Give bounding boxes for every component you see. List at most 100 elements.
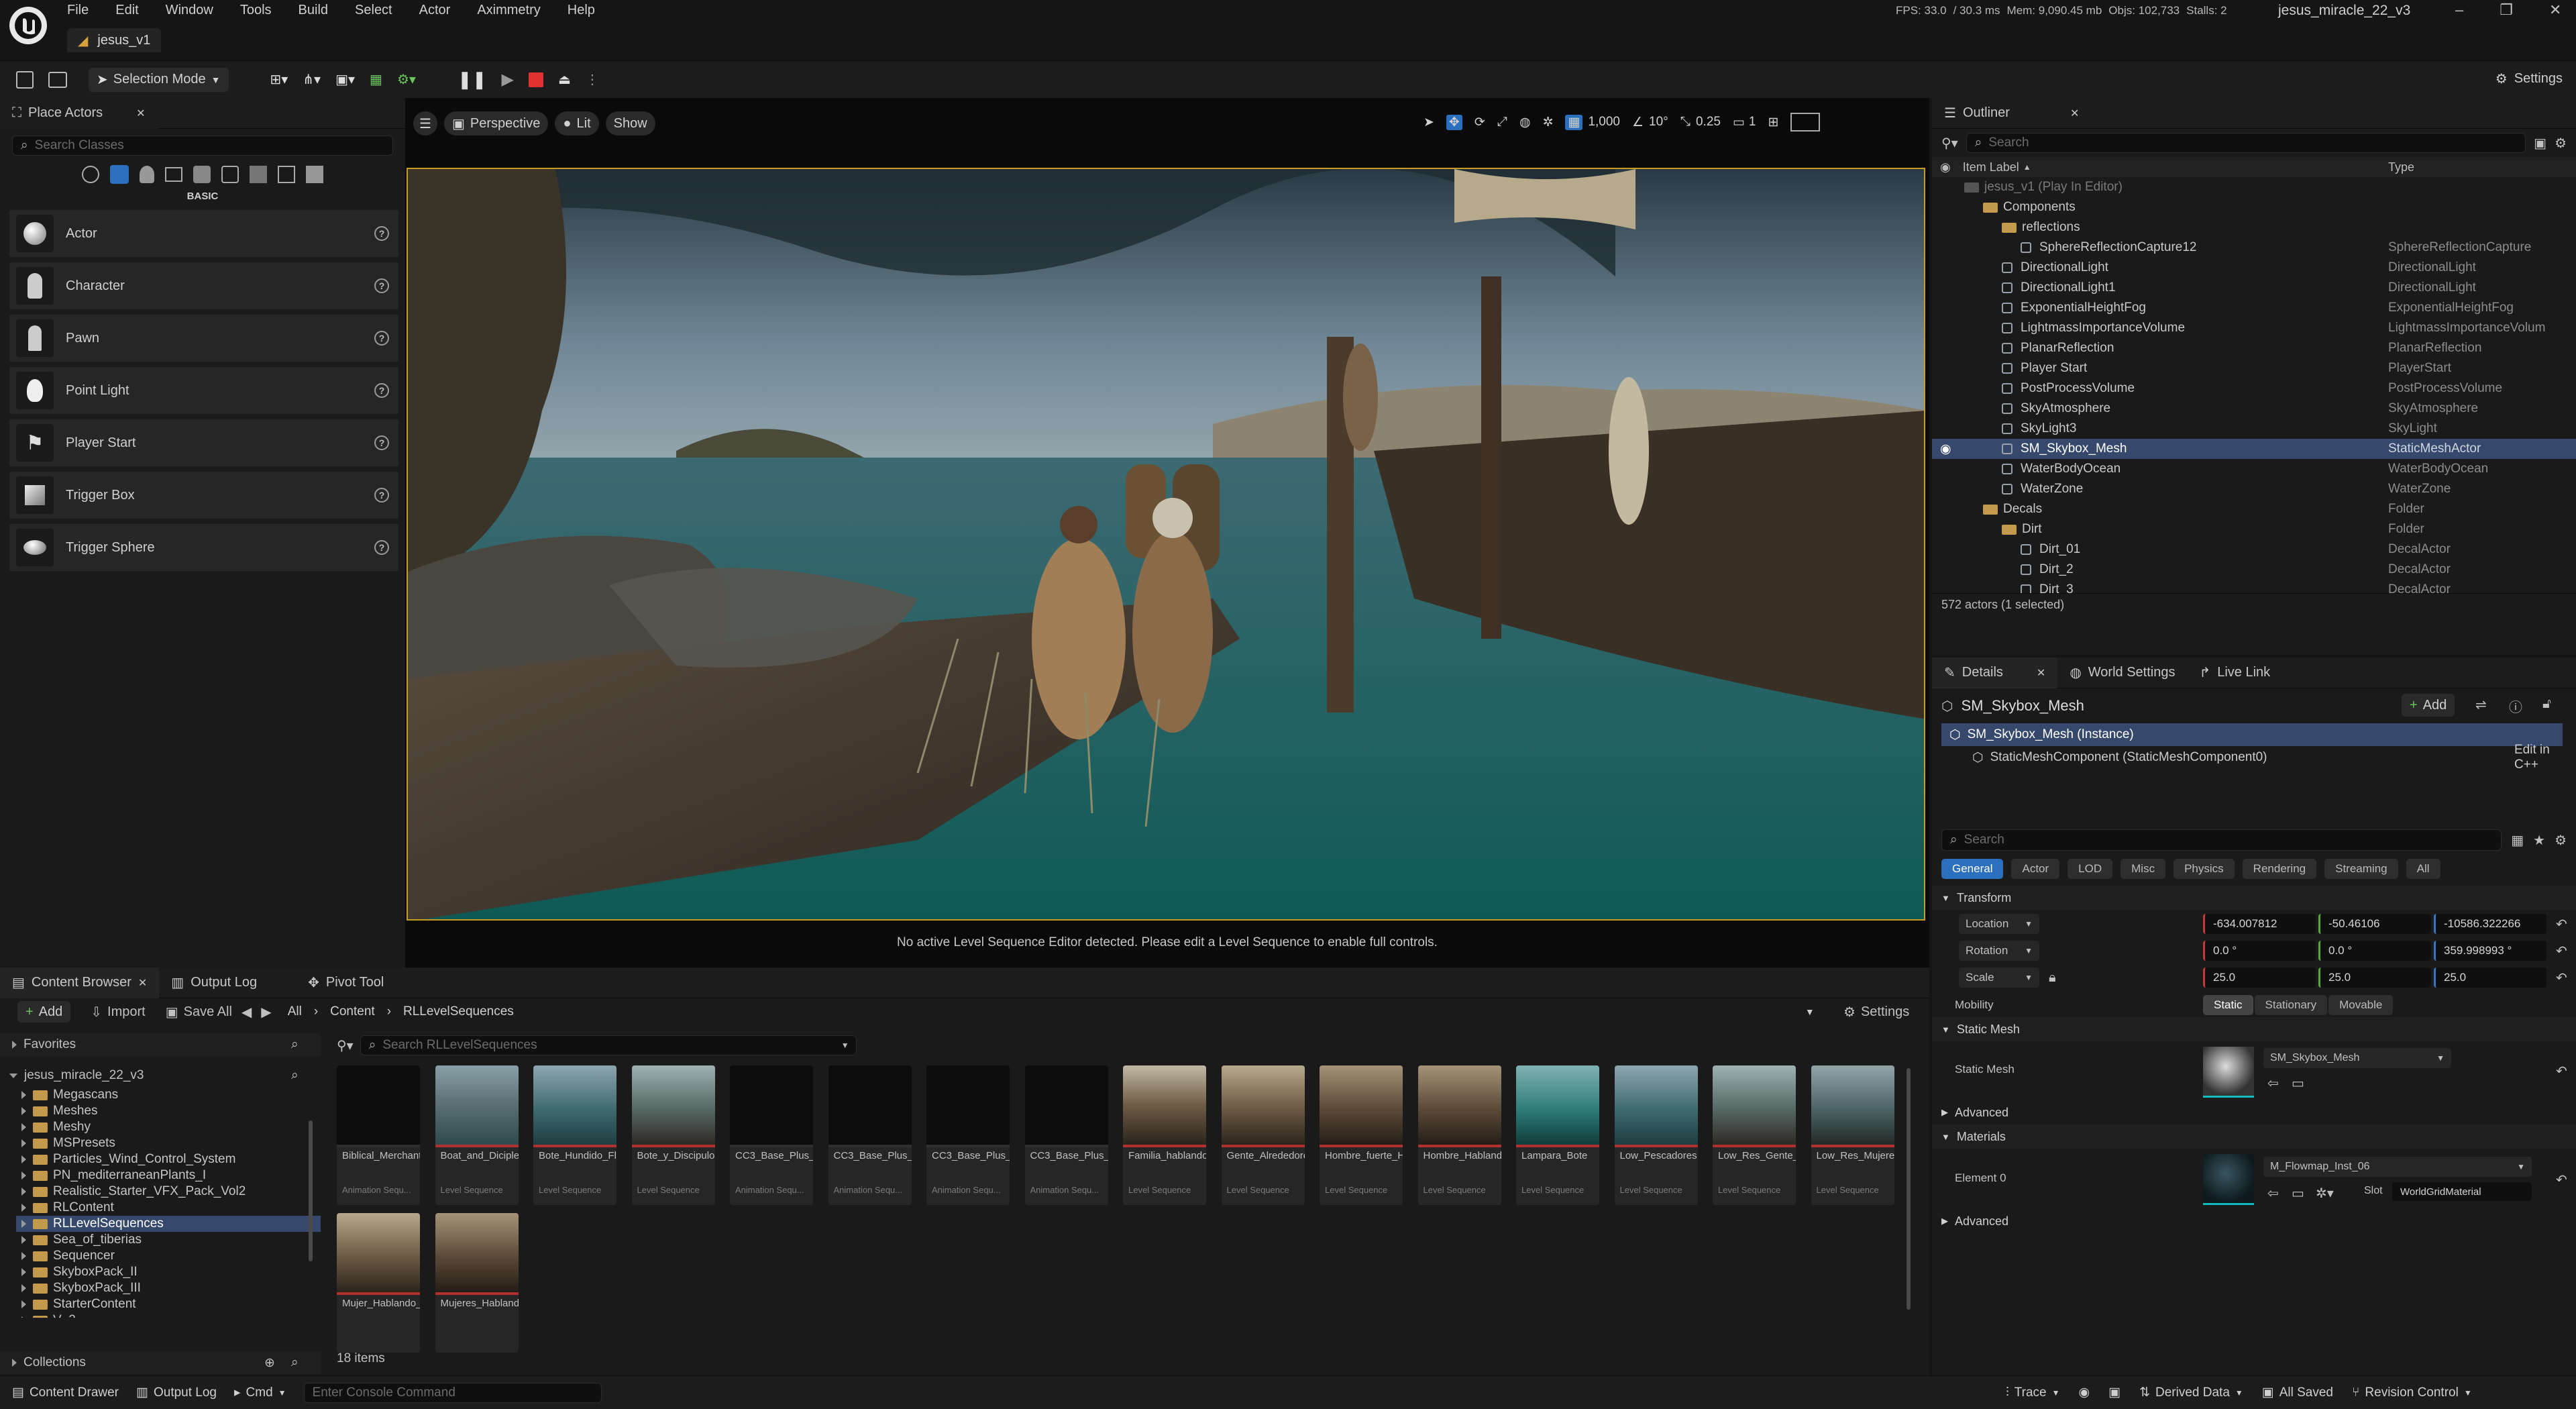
volumes-icon[interactable] bbox=[250, 166, 267, 183]
filter-lod[interactable]: LOD bbox=[2068, 859, 2113, 879]
close-tab-icon[interactable]: ✕ bbox=[136, 107, 145, 120]
folder-tree-item[interactable]: Sequencer bbox=[16, 1248, 321, 1264]
chevron-right-icon[interactable] bbox=[21, 1300, 26, 1308]
help-icon[interactable]: ? bbox=[374, 331, 389, 346]
world-space-icon[interactable]: ◍ bbox=[1519, 115, 1531, 130]
place-item-point-light[interactable]: Point Light? bbox=[9, 367, 398, 414]
chevron-right-icon[interactable] bbox=[21, 1204, 26, 1212]
move-tool-icon[interactable]: ✥ bbox=[1446, 114, 1462, 130]
asset-tile[interactable]: Boat_and_Diciples Level Sequence bbox=[435, 1065, 519, 1205]
folder-tree-item[interactable]: Meshes bbox=[16, 1103, 321, 1119]
content-drawer-button[interactable]: ▤ Content Drawer bbox=[12, 1385, 119, 1400]
scale-z-field[interactable]: 25.0 bbox=[2434, 968, 2546, 988]
path-segment-all[interactable]: All bbox=[288, 1004, 302, 1019]
asset-tile[interactable]: Low_Res_Gente_Alrededores Level Sequence bbox=[1713, 1065, 1796, 1205]
outliner-row[interactable]: ◉ SM_Skybox_Mesh StaticMeshActor bbox=[1932, 439, 2576, 459]
chevron-right-icon[interactable] bbox=[21, 1220, 26, 1228]
component-row[interactable]: ⬡ StaticMeshComponent (StaticMeshComponen… bbox=[1932, 743, 2576, 772]
place-item-trigger-sphere[interactable]: Trigger Sphere? bbox=[9, 524, 398, 571]
derived-data-button[interactable]: ⇅ Derived Data ▼ bbox=[2139, 1385, 2243, 1400]
advanced-section-materials[interactable]: ▶ Advanced bbox=[1932, 1209, 2576, 1233]
outliner-row[interactable]: LightmassImportanceVolume LightmassImport… bbox=[1932, 318, 2576, 338]
outliner-row[interactable]: jesus_v1 (Play In Editor) bbox=[1932, 177, 2576, 197]
perspective-button[interactable]: ▣ Perspective bbox=[444, 111, 549, 136]
folder-tree-item[interactable]: Meshy bbox=[16, 1119, 321, 1135]
rotation-y-field[interactable]: 0.0 ° bbox=[2318, 941, 2431, 961]
asset-tile[interactable]: Hombre_Hablando_G Level Sequence bbox=[1417, 1065, 1501, 1205]
outliner-row[interactable]: ExponentialHeightFog ExponentialHeightFog bbox=[1932, 298, 2576, 318]
outliner-row[interactable]: Components bbox=[1932, 197, 2576, 217]
folder-tree-item[interactable]: RLLevelSequences bbox=[16, 1216, 321, 1232]
history-forward-icon[interactable]: ▶ bbox=[261, 1004, 271, 1021]
pause-icon[interactable]: ❚❚ bbox=[458, 69, 487, 90]
close-icon[interactable]: ✕ bbox=[2549, 1, 2561, 19]
reset-arrow-icon[interactable]: ↶ bbox=[2556, 1171, 2567, 1188]
asset-tile[interactable]: Hombre_fuerte_Hablando Level Sequence bbox=[1320, 1065, 1403, 1205]
material-dropdown[interactable]: M_Flowmap_Inst_06 ▼ bbox=[2263, 1157, 2532, 1177]
help-icon[interactable]: ⓘ bbox=[2509, 696, 2522, 716]
visual-effects-icon[interactable] bbox=[193, 166, 211, 183]
chevron-right-icon[interactable] bbox=[21, 1107, 26, 1115]
angle-snap-toggle[interactable]: ∠ 10° bbox=[1632, 115, 1668, 130]
edit-cpp-link[interactable]: Edit in C++ bbox=[2514, 743, 2576, 772]
asset-search-input[interactable]: ⌕ Search RLLevelSequences ▼ bbox=[360, 1035, 857, 1055]
chevron-right-icon[interactable] bbox=[21, 1236, 26, 1244]
rotation-z-field[interactable]: 359.998993 ° bbox=[2434, 941, 2546, 961]
asset-scrollbar[interactable] bbox=[1907, 1068, 1911, 1310]
chevron-right-icon[interactable] bbox=[21, 1268, 26, 1276]
transform-section[interactable]: ▼ Transform bbox=[1932, 886, 2576, 910]
tab-output-log[interactable]: ▥ Output Log bbox=[159, 968, 269, 998]
location-y-field[interactable]: -50.46106 bbox=[2318, 914, 2431, 934]
folder-tree-item[interactable]: Realistic_Starter_VFX_Pack_Vol2 bbox=[16, 1184, 321, 1200]
modes-icon[interactable]: ⚙▾ bbox=[397, 71, 416, 88]
asset-tile[interactable]: CC3_Base_Plus_1_Skeleton_... Animation Se… bbox=[828, 1065, 912, 1205]
outliner-row[interactable]: Player Start PlayerStart bbox=[1932, 358, 2576, 378]
outliner-row[interactable]: Dirt_3 DecalActor bbox=[1932, 580, 2576, 593]
asset-tile[interactable]: CC3_Base_Plus_2_Skeleton_... Animation Se… bbox=[926, 1065, 1010, 1205]
advanced-section[interactable]: ▶ Advanced bbox=[1932, 1100, 2576, 1125]
tab-outliner[interactable]: ☰ Outliner ✕ bbox=[1932, 98, 2091, 129]
all-saved-button[interactable]: ▣ All Saved bbox=[2262, 1385, 2333, 1400]
cb-settings-button[interactable]: ⚙ Settings bbox=[1843, 1004, 1909, 1021]
chevron-down-icon[interactable]: ▼ bbox=[841, 1041, 849, 1050]
screenshot-icon[interactable]: ▣ bbox=[2108, 1385, 2121, 1400]
unreal-logo-icon[interactable] bbox=[9, 7, 47, 44]
filter-all[interactable]: All bbox=[2406, 859, 2440, 879]
material-options-icon[interactable]: ✲▾ bbox=[2316, 1185, 2334, 1202]
folder-tree-item[interactable]: Megascans bbox=[16, 1087, 321, 1103]
camera-speed-button[interactable]: ▭ 1 bbox=[1733, 115, 1756, 130]
blueprint-icon[interactable]: ⇌ bbox=[2475, 696, 2487, 713]
all-classes-icon[interactable] bbox=[278, 166, 295, 183]
menu-actor[interactable]: Actor bbox=[419, 3, 451, 18]
outliner-row[interactable]: SkyLight3 SkyLight bbox=[1932, 419, 2576, 439]
path-segment-rllevelsequences[interactable]: RLLevelSequences bbox=[403, 1004, 514, 1019]
close-tab-icon[interactable]: ✕ bbox=[138, 976, 147, 990]
filter-misc[interactable]: Misc bbox=[2121, 859, 2166, 879]
browse-asset-icon[interactable]: ▭ bbox=[2292, 1075, 2304, 1092]
outliner-row[interactable]: Dirt_2 DecalActor bbox=[1932, 560, 2576, 580]
outliner-row[interactable]: WaterZone WaterZone bbox=[1932, 479, 2576, 499]
place-item-actor[interactable]: Actor? bbox=[9, 210, 398, 257]
eye-icon[interactable]: ◉ bbox=[1940, 441, 1951, 457]
mobility-movable[interactable]: Movable bbox=[2328, 995, 2394, 1015]
cb-save-all-button[interactable]: ▣ Save All bbox=[166, 1004, 232, 1021]
recent-icon[interactable] bbox=[82, 166, 99, 183]
search-icon[interactable]: ⌕ bbox=[291, 1355, 299, 1370]
folder-tree-item[interactable]: Particles_Wind_Control_System bbox=[16, 1151, 321, 1167]
outliner-row[interactable]: Decals Folder bbox=[1932, 499, 2576, 519]
project-root[interactable]: jesus_miracle_22_v3 ⌕ bbox=[0, 1064, 321, 1087]
tab-world-settings[interactable]: ◍ World Settings bbox=[2057, 658, 2187, 688]
add-collection-icon[interactable]: ⊕ bbox=[264, 1355, 275, 1371]
add-folder-icon[interactable]: ▣ bbox=[2534, 135, 2546, 152]
table-view-icon[interactable]: ▦ bbox=[2511, 832, 2524, 849]
menu-file[interactable]: File bbox=[67, 3, 89, 18]
cinematic-icon[interactable] bbox=[165, 167, 182, 182]
scale-lock-icon[interactable]: 🔒︎ bbox=[2049, 970, 2056, 986]
play-icon[interactable]: ▶ bbox=[501, 70, 513, 89]
viewport-scene[interactable] bbox=[407, 168, 1925, 921]
outliner-row[interactable]: PostProcessVolume PostProcessVolume bbox=[1932, 378, 2576, 399]
help-icon[interactable]: ? bbox=[374, 226, 389, 241]
basic-icon[interactable] bbox=[110, 165, 129, 184]
scale-y-field[interactable]: 25.0 bbox=[2318, 968, 2431, 988]
asset-tile[interactable]: Mujer_Hablando_Hombres_Bote bbox=[337, 1213, 420, 1353]
